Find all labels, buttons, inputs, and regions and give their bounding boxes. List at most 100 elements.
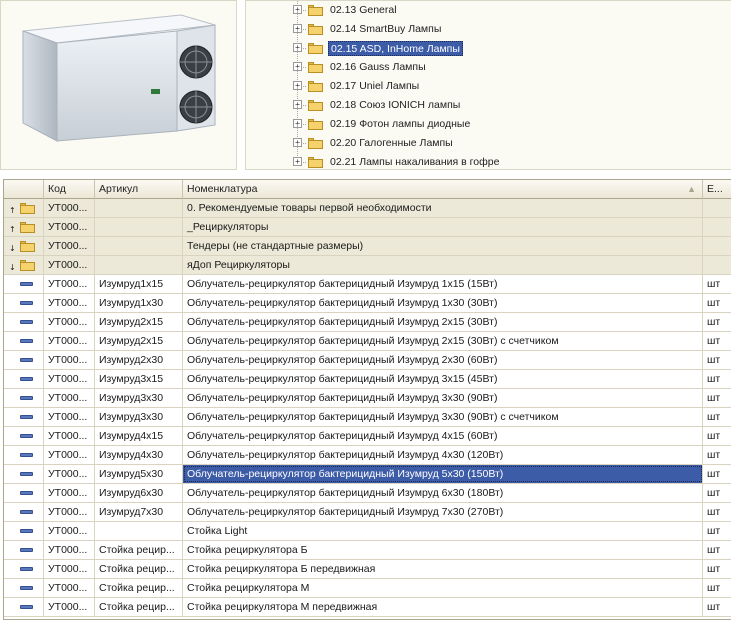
header-article[interactable]: Артикул bbox=[95, 180, 183, 199]
tree-item[interactable]: +02.15 ASD, InHome Лампы bbox=[246, 29, 726, 58]
unit-cell bbox=[703, 237, 731, 255]
table-row[interactable]: УТ000... Изумруд5x30 Облучатель-рециркулят… bbox=[4, 465, 731, 484]
tree-item-label[interactable]: 02.14 SmartBuy Лампы bbox=[328, 22, 443, 37]
name-cell[interactable]: 0. Рекомендуемые товары первой необходим… bbox=[183, 199, 703, 217]
article-cell: Стойка рецир... bbox=[95, 560, 183, 578]
tree-item[interactable]: +02.19 Фотон лампы диодные bbox=[246, 105, 726, 134]
collapse-arrow-icon[interactable]: ↑ bbox=[9, 221, 16, 236]
group-row[interactable]: ↑ УТ000... 0. Рекомендуемые товары первой … bbox=[4, 199, 731, 218]
name-cell[interactable]: _Рециркуляторы bbox=[183, 218, 703, 236]
group-tree[interactable]: +02.13 General +02.14 SmartBuy Лампы +02.1… bbox=[245, 0, 731, 170]
expand-arrow-icon[interactable]: ↓ bbox=[9, 259, 16, 274]
code-cell: УТ000... bbox=[44, 237, 95, 255]
tree-item[interactable]: +02.17 Uniel Лампы bbox=[246, 67, 726, 96]
name-cell[interactable]: Тендеры (не стандартные размеры) bbox=[183, 237, 703, 255]
name-cell[interactable]: Облучатель-рециркулятор бактерицидный Из… bbox=[183, 446, 703, 464]
table-row[interactable]: УТ000... Изумруд2x15 Облучатель-рециркулят… bbox=[4, 313, 731, 332]
table-row[interactable]: УТ000... Изумруд3x30 Облучатель-рециркулят… bbox=[4, 389, 731, 408]
header-unit[interactable]: Е... bbox=[703, 180, 731, 199]
article-cell: Стойка рецир... bbox=[95, 579, 183, 597]
expand-icon[interactable]: + bbox=[293, 157, 302, 166]
name-cell[interactable]: Облучатель-рециркулятор бактерицидный Из… bbox=[183, 427, 703, 445]
code-cell: УТ000... bbox=[44, 541, 95, 559]
table-row[interactable]: УТ000... Стойка рецир... Стойка рециркулят… bbox=[4, 598, 731, 617]
name-cell[interactable]: Облучатель-рециркулятор бактерицидный Из… bbox=[183, 484, 703, 502]
article-cell bbox=[95, 237, 183, 255]
table-row[interactable]: УТ000... Стойка Light шт bbox=[4, 522, 731, 541]
group-row[interactable]: ↓ УТ000... яДоп Рециркуляторы bbox=[4, 256, 731, 275]
tree-item-label[interactable]: 02.17 Uniel Лампы bbox=[328, 79, 421, 94]
unit-cell: шт bbox=[707, 582, 721, 594]
code-cell: УТ000... bbox=[44, 313, 95, 331]
code-cell: УТ000... bbox=[44, 294, 95, 312]
row-icon-cell bbox=[4, 427, 44, 445]
code-cell: УТ000... bbox=[44, 427, 95, 445]
name-cell[interactable]: Стойка рециркулятора М передвижная bbox=[183, 598, 703, 616]
tree-item-label[interactable]: 02.21 Лампы накаливания в гофре bbox=[328, 155, 501, 170]
table-row[interactable]: УТ000... Стойка рецир... Стойка рециркулят… bbox=[4, 560, 731, 579]
row-icon-cell bbox=[4, 408, 44, 426]
sort-ascending-icon: ▲ bbox=[687, 184, 696, 194]
expand-arrow-icon[interactable]: ↓ bbox=[9, 240, 16, 255]
name-cell[interactable]: Облучатель-рециркулятор бактерицидный Из… bbox=[183, 332, 703, 350]
name-cell[interactable]: Облучатель-рециркулятор бактерицидный Из… bbox=[183, 313, 703, 331]
name-cell[interactable]: Стойка рециркулятора М bbox=[183, 579, 703, 597]
table-row[interactable]: УТ000... Изумруд6x30 Облучатель-рециркулят… bbox=[4, 484, 731, 503]
tree-item-label[interactable]: 02.16 Gauss Лампы bbox=[328, 60, 428, 75]
tree-item-label[interactable]: 02.18 Союз IONICH лампы bbox=[328, 98, 462, 113]
tree-item-label[interactable]: 02.20 Галогенные Лампы bbox=[328, 136, 455, 151]
row-icon-cell: ↑ bbox=[4, 199, 44, 217]
group-row[interactable]: ↓ УТ000... Тендеры (не стандартные размеры… bbox=[4, 237, 731, 256]
row-icon-cell bbox=[4, 446, 44, 464]
table-row[interactable]: УТ000... Изумруд3x15 Облучатель-рециркулят… bbox=[4, 370, 731, 389]
table-row[interactable]: УТ000... Стойка рецир... Стойка рециркулят… bbox=[4, 541, 731, 560]
name-cell[interactable]: Облучатель-рециркулятор бактерицидный Из… bbox=[183, 275, 703, 293]
table-row[interactable]: УТ000... Изумруд4x30 Облучатель-рециркулят… bbox=[4, 446, 731, 465]
name-cell[interactable]: Облучатель-рециркулятор бактерицидный Из… bbox=[183, 351, 703, 369]
tree-item[interactable]: +02.20 Галогенные Лампы bbox=[246, 124, 726, 153]
table-row[interactable]: УТ000... Изумруд1x15 Облучатель-рециркулят… bbox=[4, 275, 731, 294]
table-row[interactable]: УТ000... Изумруд7x30 Облучатель-рециркулят… bbox=[4, 503, 731, 522]
name-cell[interactable]: Стойка Light bbox=[183, 522, 703, 540]
row-icon-cell bbox=[4, 541, 44, 559]
tree-item[interactable]: +02.21 Лампы накаливания в гофре bbox=[246, 143, 726, 172]
name-cell[interactable]: Облучатель-рециркулятор бактерицидный Из… bbox=[183, 503, 703, 521]
name-cell[interactable]: Облучатель-рециркулятор бактерицидный Из… bbox=[183, 465, 703, 483]
item-icon bbox=[20, 586, 33, 590]
header-code[interactable]: Код bbox=[44, 180, 95, 199]
row-icon-cell bbox=[4, 560, 44, 578]
tree-item-label[interactable]: 02.15 ASD, InHome Лампы bbox=[328, 41, 463, 56]
name-cell[interactable]: яДоп Рециркуляторы bbox=[183, 256, 703, 274]
table-row[interactable]: УТ000... Изумруд2x15 Облучатель-рециркулят… bbox=[4, 332, 731, 351]
row-icon-cell bbox=[4, 522, 44, 540]
name-cell[interactable]: Стойка рециркулятора Б bbox=[183, 541, 703, 559]
tree-item-label[interactable]: 02.13 General bbox=[328, 3, 399, 18]
table-row[interactable]: УТ000... Изумруд2x30 Облучатель-рециркулят… bbox=[4, 351, 731, 370]
tree-item-label[interactable]: 02.19 Фотон лампы диодные bbox=[328, 117, 472, 132]
article-cell: Стойка рецир... bbox=[95, 598, 183, 616]
row-icon-cell bbox=[4, 503, 44, 521]
table-row[interactable]: УТ000... Изумруд4x15 Облучатель-рециркулят… bbox=[4, 427, 731, 446]
collapse-arrow-icon[interactable]: ↑ bbox=[9, 202, 16, 217]
tree-item[interactable]: +02.18 Союз IONICH лампы bbox=[246, 86, 726, 115]
unit-cell: шт bbox=[707, 411, 721, 423]
tree-item[interactable]: +02.13 General bbox=[246, 0, 726, 20]
folder-icon bbox=[308, 119, 323, 130]
group-row[interactable]: ↑ УТ000... _Рециркуляторы bbox=[4, 218, 731, 237]
table-row[interactable]: УТ000... Изумруд3x30 Облучатель-рециркулят… bbox=[4, 408, 731, 427]
name-cell[interactable]: Облучатель-рециркулятор бактерицидный Из… bbox=[183, 294, 703, 312]
code-cell: УТ000... bbox=[44, 389, 95, 407]
name-cell[interactable]: Облучатель-рециркулятор бактерицидный Из… bbox=[183, 370, 703, 388]
tree-item[interactable]: +02.16 Gauss Лампы bbox=[246, 48, 726, 77]
table-row[interactable]: УТ000... Изумруд1x30 Облучатель-рециркулят… bbox=[4, 294, 731, 313]
name-cell[interactable]: Стойка рециркулятора Б передвижная bbox=[183, 560, 703, 578]
header-name[interactable]: Номенклатура ▲ bbox=[183, 180, 703, 199]
folder-icon bbox=[308, 5, 323, 16]
table-row[interactable]: УТ000... Стойка рецир... Стойка рециркулят… bbox=[4, 579, 731, 598]
unit-cell: шт bbox=[707, 354, 721, 366]
name-cell[interactable]: Облучатель-рециркулятор бактерицидный Из… bbox=[183, 389, 703, 407]
tree-item[interactable]: +02.14 SmartBuy Лампы bbox=[246, 10, 726, 39]
name-cell[interactable]: Облучатель-рециркулятор бактерицидный Из… bbox=[183, 408, 703, 426]
header-icon-column[interactable] bbox=[4, 180, 44, 199]
row-icon-cell: ↓ bbox=[4, 256, 44, 274]
